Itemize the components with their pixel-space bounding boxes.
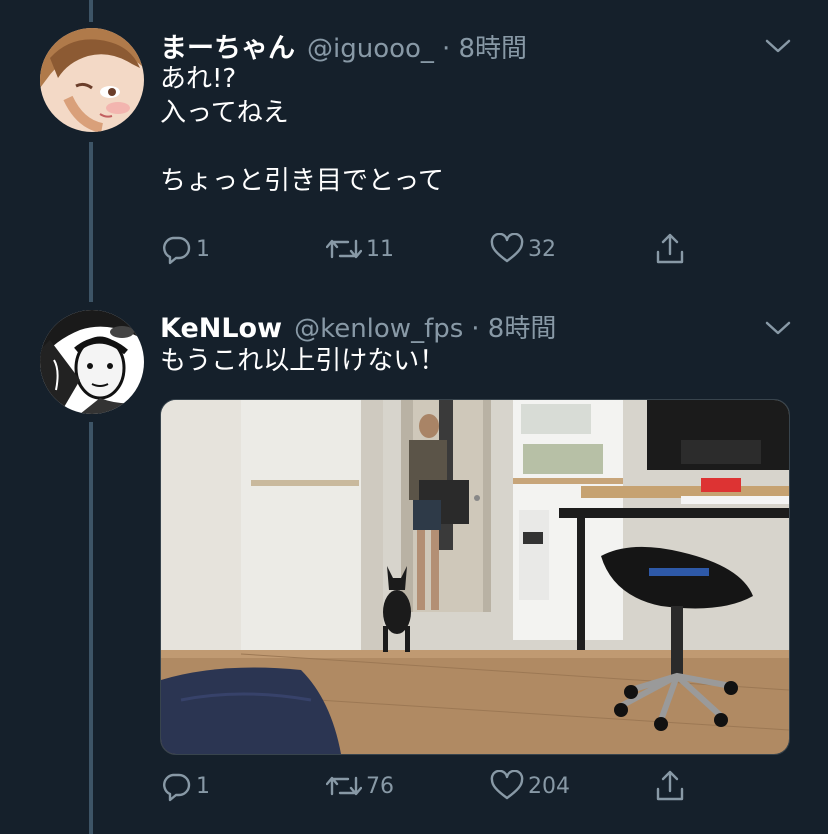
reply-count: 1 <box>196 236 210 262</box>
tweet-photo[interactable] <box>160 399 790 755</box>
like-icon <box>490 233 524 263</box>
retweet-icon <box>326 776 362 796</box>
reply-icon <box>163 773 191 802</box>
avatar[interactable] <box>40 28 144 132</box>
tweet-actions: 1 11 32 <box>160 231 700 267</box>
tweet-header: KeNLow @kenlow_fps · 8時間 <box>160 308 556 348</box>
tweet-header: まーちゃん @iguooo_ · 8時間 <box>160 26 527 66</box>
share-icon <box>656 233 684 264</box>
retweet-count: 11 <box>366 236 394 262</box>
chevron-down-icon[interactable] <box>764 36 792 56</box>
handle[interactable]: @iguooo_ <box>307 34 434 64</box>
reply-button[interactable]: 1 <box>160 768 210 804</box>
timestamp[interactable]: · 8時間 <box>442 28 527 65</box>
display-name[interactable]: KeNLow <box>160 313 282 344</box>
display-name[interactable]: まーちゃん <box>160 26 295 65</box>
like-icon <box>490 770 524 800</box>
share-button[interactable] <box>654 768 686 804</box>
chevron-down-icon[interactable] <box>764 318 792 338</box>
like-button[interactable]: 32 <box>490 231 556 267</box>
reply-button[interactable]: 1 <box>160 231 210 267</box>
share-button[interactable] <box>654 231 686 267</box>
tweet-text-line: あれ!? <box>160 64 237 94</box>
like-count: 204 <box>528 773 570 799</box>
retweet-icon <box>326 239 362 259</box>
tweet-text: あれ!? 入ってねえちょっと引き目でとって <box>160 62 444 198</box>
tweet-text: もうこれ以上引けない！ <box>160 344 445 378</box>
tweet-text-line: 入ってねえ <box>160 98 289 128</box>
tweet[interactable]: まーちゃん @iguooo_ · 8時間 あれ!? 入ってねえちょっと引き目でとっ… <box>0 0 828 290</box>
retweet-button[interactable]: 76 <box>326 768 394 804</box>
tweet-text-line <box>160 130 444 164</box>
avatar[interactable] <box>40 310 144 414</box>
timestamp[interactable]: · 8時間 <box>471 308 556 345</box>
tweet-text-line: もうこれ以上引けない！ <box>160 346 446 376</box>
tweet-text-line: ちょっと引き目でとって <box>160 166 444 196</box>
retweet-count: 76 <box>366 773 394 799</box>
reply-icon <box>163 236 191 265</box>
like-button[interactable]: 204 <box>490 768 570 804</box>
tweet-actions: 1 76 204 <box>160 768 700 804</box>
share-icon <box>656 770 684 801</box>
retweet-button[interactable]: 11 <box>326 231 394 267</box>
like-count: 32 <box>528 236 556 262</box>
handle[interactable]: @kenlow_fps <box>294 314 463 344</box>
reply-count: 1 <box>196 773 210 799</box>
